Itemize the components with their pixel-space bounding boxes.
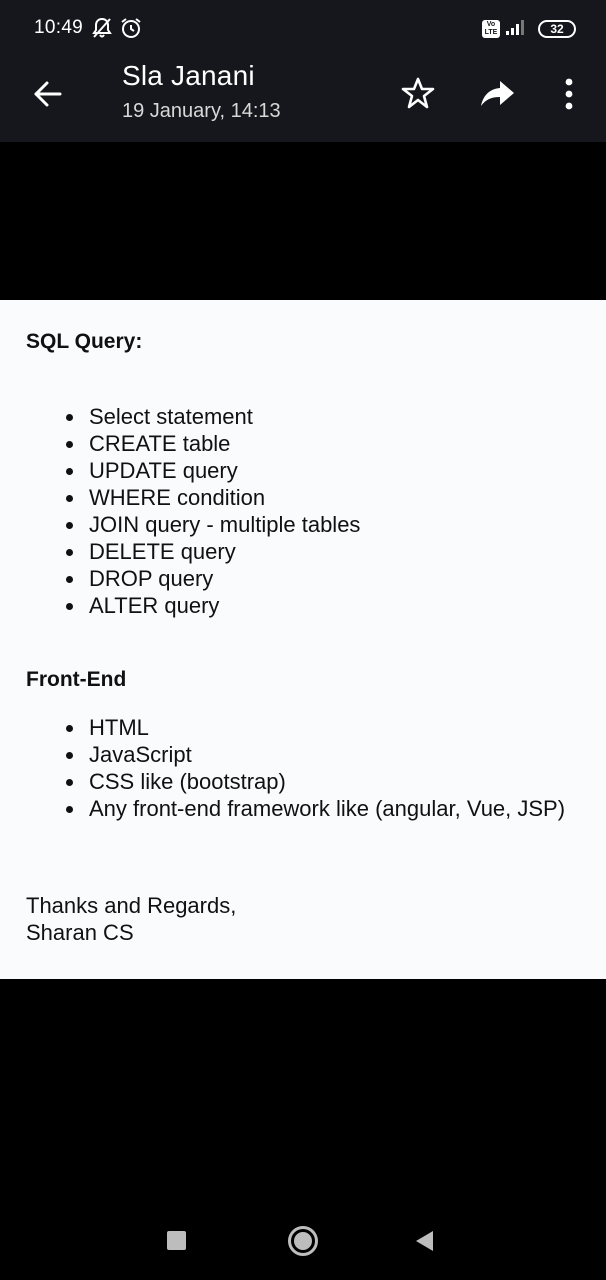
list-item: CREATE table [0, 430, 360, 457]
list-item: Select statement [0, 403, 360, 430]
list-item-text: DELETE query [89, 539, 236, 564]
list-item-text: JOIN query - multiple tables [89, 512, 361, 537]
list-item-text: JavaScript [89, 742, 192, 767]
email-body: SQL Query: Select statement CREATE table… [0, 300, 606, 979]
system-nav-bar [0, 1200, 606, 1280]
back-triangle-icon[interactable] [413, 1229, 435, 1253]
email-date: 19 January, 14:13 [122, 100, 281, 122]
status-right-group: Vo LTE 32 [482, 18, 576, 40]
status-bar: 10:49 Vo LTE 32 [0, 0, 606, 58]
list-item: Any front-end framework like (angular, V… [0, 795, 565, 822]
frontend-heading: Front-End [26, 668, 127, 691]
list-item: HTML [0, 714, 565, 741]
bullet-icon [66, 603, 73, 610]
more-vert-icon [565, 78, 573, 110]
bullet-icon [66, 725, 73, 732]
signoff-line-1: Thanks and Regards, [26, 893, 237, 918]
sql-heading: SQL Query: [26, 330, 143, 353]
star-icon [401, 77, 435, 109]
list-item: UPDATE query [0, 457, 360, 484]
list-item-text: WHERE condition [89, 485, 266, 510]
list-item-text: CREATE table [89, 431, 231, 456]
volte-icon: Vo LTE [482, 20, 500, 38]
list-item-text: ALTER query [89, 593, 220, 618]
back-button[interactable] [28, 74, 68, 114]
list-item: DROP query [0, 565, 360, 592]
bullet-icon [66, 522, 73, 529]
forward-icon [481, 81, 514, 106]
signal-icon [505, 18, 527, 41]
list-item: DELETE query [0, 538, 360, 565]
back-arrow-icon [34, 81, 62, 107]
bullet-icon [66, 779, 73, 786]
bullet-icon [66, 806, 73, 813]
home-circle-icon[interactable] [287, 1225, 319, 1257]
bullet-icon [66, 752, 73, 759]
list-item-text: Select statement [89, 404, 253, 429]
bullet-icon [66, 468, 73, 475]
sql-list: Select statement CREATE table UPDATE que… [0, 403, 360, 619]
list-item-text: Any front-end framework like (angular, V… [89, 796, 566, 821]
list-item-text: DROP query [89, 566, 214, 591]
battery-level: 32 [550, 22, 564, 36]
bullet-icon [66, 549, 73, 556]
list-item-text: UPDATE query [89, 458, 238, 483]
bullet-icon [66, 495, 73, 502]
list-item: JavaScript [0, 741, 565, 768]
list-item: ALTER query [0, 592, 360, 619]
star-button[interactable] [400, 75, 436, 111]
list-item-text: HTML [89, 715, 149, 740]
frontend-list: HTML JavaScript CSS like (bootstrap) Any… [0, 714, 565, 822]
list-item: WHERE condition [0, 484, 360, 511]
viewer-background-top [0, 142, 606, 300]
alarm-icon [120, 17, 142, 39]
list-item-text: CSS like (bootstrap) [89, 769, 286, 794]
battery-icon: 32 [538, 20, 576, 38]
more-options-button[interactable] [554, 76, 584, 112]
list-item: JOIN query - multiple tables [0, 511, 360, 538]
sender-name: Sla Janani [122, 60, 255, 91]
bullet-icon [66, 414, 73, 421]
recents-square-icon[interactable] [167, 1231, 186, 1250]
email-toolbar: Sla Janani 19 January, 14:13 [0, 58, 606, 142]
bullet-icon [66, 576, 73, 583]
bullet-icon [66, 441, 73, 448]
list-item: CSS like (bootstrap) [0, 768, 565, 795]
signoff-line-2: Sharan CS [26, 920, 134, 945]
status-time: 10:49 [34, 17, 84, 38]
notifications-off-icon [92, 17, 114, 39]
forward-button[interactable] [478, 75, 518, 111]
